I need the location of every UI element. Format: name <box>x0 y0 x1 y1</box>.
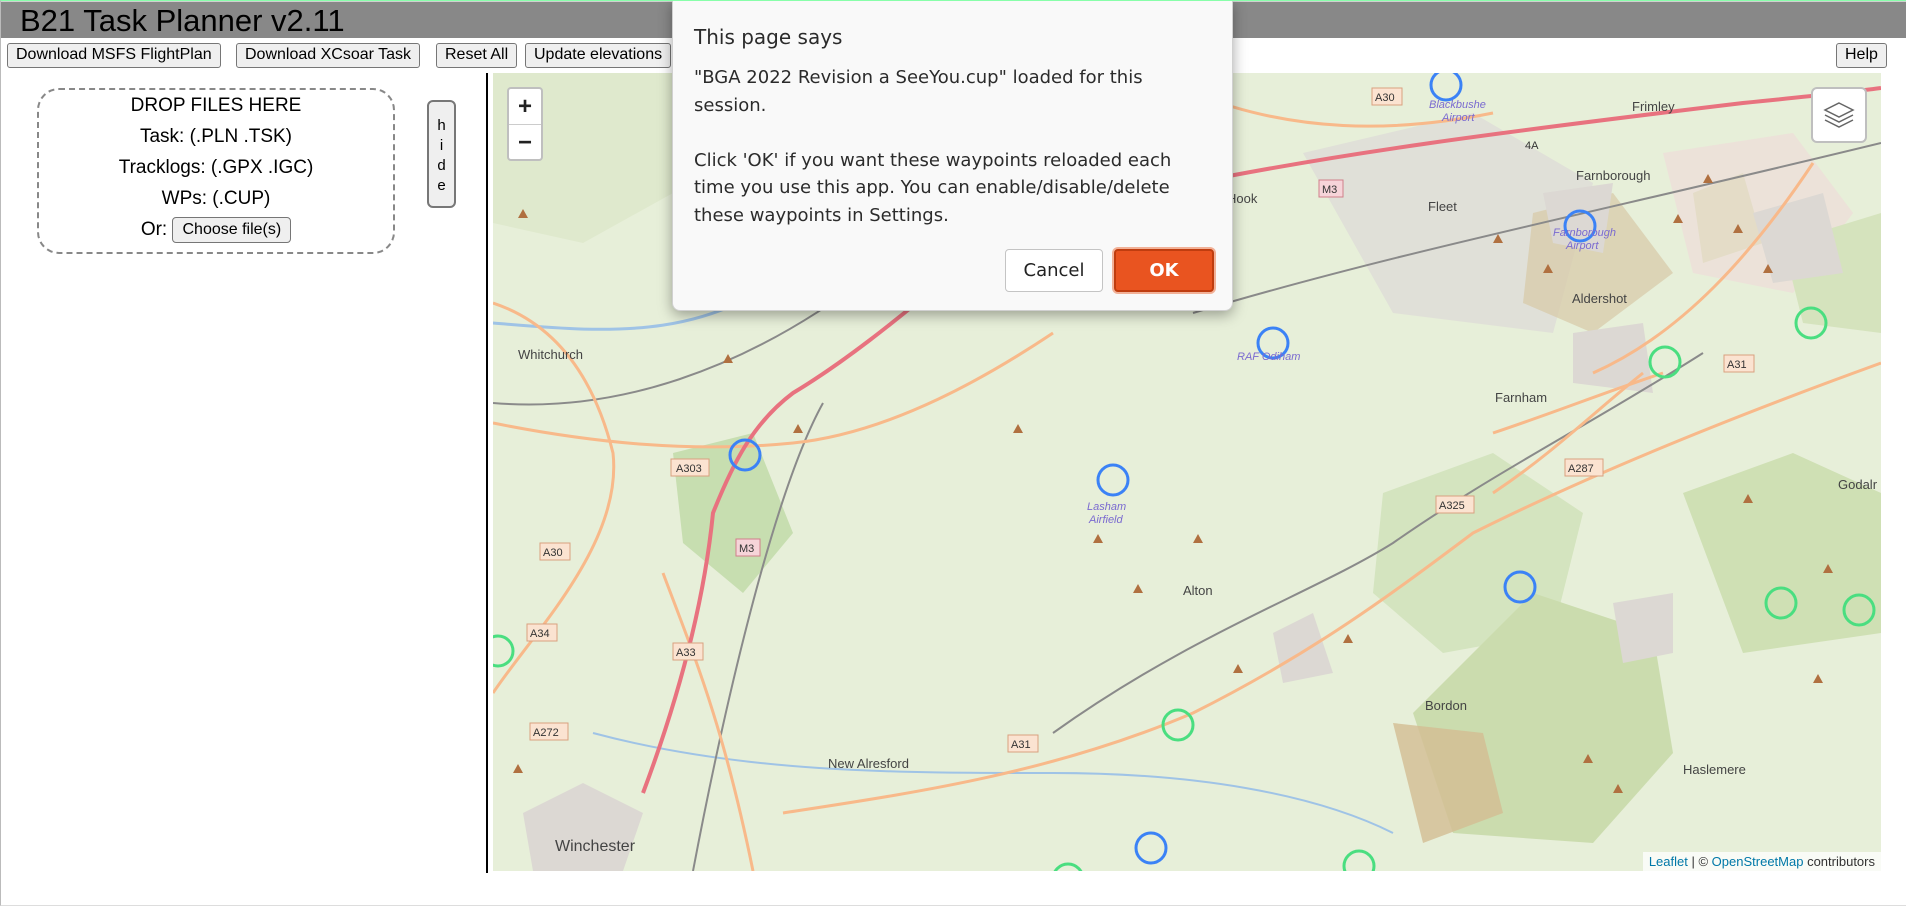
road-label: A31 <box>1011 739 1031 751</box>
road-label: M3 <box>1322 184 1337 196</box>
hide-letter: i <box>439 137 444 154</box>
layers-icon <box>1823 102 1855 128</box>
bottom-strip <box>0 873 1906 906</box>
hide-letter: h <box>437 117 446 134</box>
tracklog-file-types: Tracklogs: (.GPX .IGC) <box>118 157 314 178</box>
left-panel: DROP FILES HERE Task: (.PLN .TSK) Trackl… <box>0 73 488 873</box>
road-label: A33 <box>676 647 696 659</box>
zoom-in-button[interactable]: + <box>509 89 541 125</box>
help-button[interactable]: Help <box>1836 43 1887 68</box>
dialog-heading: This page says <box>694 25 843 49</box>
place-label: Winchester <box>555 838 636 855</box>
airfield-label: Airport <box>1441 112 1475 124</box>
road-label: A303 <box>676 463 702 475</box>
app-title: B21 Task Planner v2.11 <box>20 3 345 38</box>
place-label: Frimley <box>1632 99 1675 114</box>
layers-button[interactable] <box>1811 87 1867 143</box>
road-label: A31 <box>1727 359 1747 371</box>
alert-dialog: This page says "BGA 2022 Revision a SeeY… <box>672 0 1233 311</box>
cancel-button[interactable]: Cancel <box>1005 249 1103 292</box>
airfield-label: Airport <box>1565 240 1599 252</box>
place-label: Farnborough <box>1576 168 1650 183</box>
ok-button[interactable]: OK <box>1114 249 1214 292</box>
task-file-types: Task: (.PLN .TSK) <box>139 126 293 147</box>
zoom-control: + − <box>507 87 543 161</box>
road-label: A34 <box>530 628 550 640</box>
download-msfs-flightplan-button[interactable]: Download MSFS FlightPlan <box>7 43 221 68</box>
attribution-separator: | © <box>1687 854 1712 869</box>
reset-all-button[interactable]: Reset All <box>436 43 518 68</box>
update-elevations-button[interactable]: Update elevations <box>525 43 672 68</box>
hide-letter: d <box>437 157 446 174</box>
or-label: Or: <box>140 219 168 240</box>
file-drop-zone[interactable]: DROP FILES HERE Task: (.PLN .TSK) Trackl… <box>37 88 395 254</box>
place-label: Fleet <box>1428 199 1457 214</box>
road-label: M3 <box>739 543 754 555</box>
airfield-label: Blackbushe <box>1429 99 1486 111</box>
place-label: Haslemere <box>1683 762 1746 777</box>
airfield-label: Lasham <box>1087 501 1126 513</box>
place-label: New Alresford <box>828 756 909 771</box>
road-label: A30 <box>543 547 563 559</box>
choose-files-row: Or: Choose file(s) <box>39 214 393 245</box>
road-label: 4A <box>1525 140 1539 152</box>
dialog-message: "BGA 2022 Revision a SeeYou.cup" loaded … <box>694 67 1172 226</box>
road-label: A30 <box>1375 92 1395 104</box>
place-label: Whitchurch <box>518 347 583 362</box>
road-label: A287 <box>1568 463 1594 475</box>
zoom-out-button[interactable]: − <box>509 125 541 160</box>
map-attribution: Leaflet | © OpenStreetMap contributors <box>1642 852 1881 871</box>
place-label: Farnham <box>1495 390 1547 405</box>
road-label: A325 <box>1439 500 1465 512</box>
airfield-label: RAF Odiham <box>1237 351 1300 363</box>
openstreetmap-link[interactable]: OpenStreetMap <box>1712 854 1804 869</box>
leaflet-link[interactable]: Leaflet <box>1649 854 1688 869</box>
road-label: A272 <box>533 727 559 739</box>
choose-files-button[interactable]: Choose file(s) <box>172 216 292 243</box>
place-label: Aldershot <box>1572 291 1627 306</box>
place-label: Bordon <box>1425 698 1467 713</box>
airfield-label: Airfield <box>1088 514 1124 526</box>
waypoint-file-types: WPs: (.CUP) <box>161 188 271 209</box>
airfield-label: Farnborough <box>1553 227 1616 239</box>
hide-panel-button[interactable]: h i d e <box>427 100 456 208</box>
panel-divider[interactable] <box>486 73 488 873</box>
place-label: Godalr <box>1838 477 1878 492</box>
drop-files-heading: DROP FILES HERE <box>130 95 302 116</box>
place-label: Alton <box>1183 583 1213 598</box>
download-xcsoar-task-button[interactable]: Download XCsoar Task <box>236 43 421 68</box>
attribution-contributors: contributors <box>1803 854 1875 869</box>
hide-letter: e <box>437 177 446 194</box>
